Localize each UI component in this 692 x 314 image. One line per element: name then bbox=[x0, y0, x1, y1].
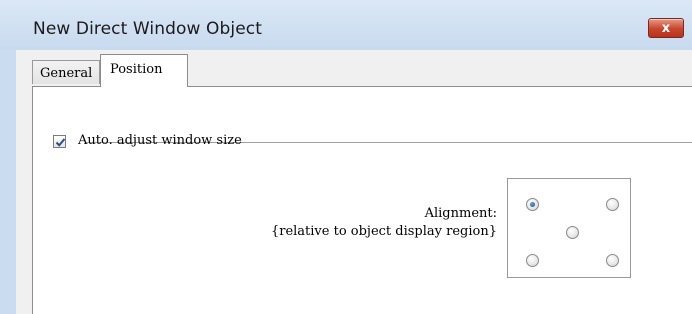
auto-adjust-label[interactable]: Auto. adjust window size bbox=[78, 133, 242, 148]
close-button[interactable]: x bbox=[648, 18, 684, 38]
tab-general-label: General bbox=[40, 66, 93, 81]
auto-adjust-checkbox[interactable] bbox=[53, 135, 66, 148]
alignment-label-block: Alignment: {relative to object display r… bbox=[233, 205, 497, 241]
alignment-radio-bottom-left[interactable] bbox=[526, 254, 539, 267]
checkmark-icon bbox=[55, 138, 66, 147]
dialog-client-area: General Position Auto. adjust window siz… bbox=[16, 50, 692, 314]
tab-general[interactable]: General bbox=[32, 60, 100, 84]
alignment-sublabel: {relative to object display region} bbox=[270, 224, 497, 239]
tab-position[interactable]: Position bbox=[100, 54, 188, 87]
alignment-radio-top-left[interactable] bbox=[526, 198, 539, 211]
position-tab-panel: Auto. adjust window size Alignment: {rel… bbox=[32, 86, 692, 314]
tab-strip: General Position bbox=[16, 50, 692, 87]
alignment-radio-top-right[interactable] bbox=[606, 198, 619, 211]
window-title: New Direct Window Object bbox=[33, 19, 262, 39]
alignment-radio-bottom-right[interactable] bbox=[606, 254, 619, 267]
dialog-window: New Direct Window Object x General Posit… bbox=[0, 0, 692, 314]
close-icon: x bbox=[661, 20, 671, 36]
alignment-label: Alignment: bbox=[424, 206, 497, 221]
title-bar[interactable]: New Direct Window Object x bbox=[0, 0, 692, 50]
alignment-radio-group bbox=[507, 178, 631, 278]
tab-position-label: Position bbox=[110, 62, 163, 77]
alignment-radio-center[interactable] bbox=[566, 226, 579, 239]
